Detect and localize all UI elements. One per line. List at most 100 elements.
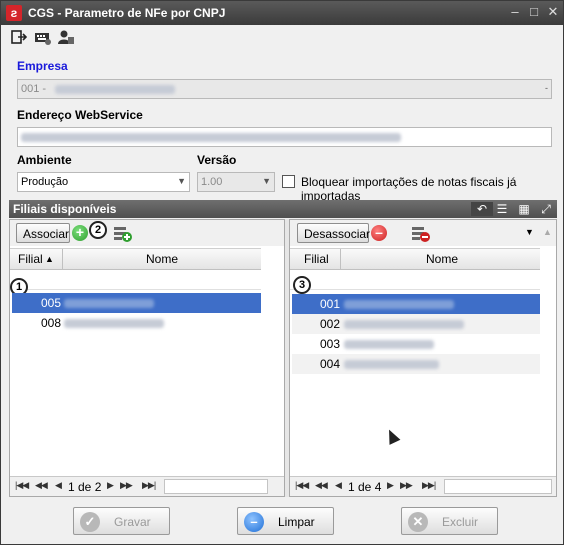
desassociar-label: Desassociar: [304, 227, 371, 241]
right-hscroll[interactable]: [444, 479, 552, 494]
chevron-down-icon[interactable]: ▼: [525, 227, 534, 237]
versao-label: Versão: [197, 153, 237, 167]
column-divider: [62, 249, 63, 270]
left-pane-toolbar: Associar + 2: [10, 220, 284, 246]
calendar-icon[interactable]: ▦: [517, 202, 531, 216]
prev-block-icon[interactable]: ◀◀: [35, 480, 48, 491]
panel-title: Filiais disponíveis: [13, 202, 117, 216]
close-icon[interactable]: ✕: [545, 4, 561, 20]
col-nome[interactable]: Nome: [426, 252, 458, 266]
next-block-icon[interactable]: ▶▶: [120, 480, 133, 491]
next-page-icon[interactable]: ▶: [387, 480, 394, 491]
left-page-indicator: 1 de 2: [68, 480, 102, 494]
ambiente-select[interactable]: Produção ▼: [17, 172, 190, 192]
chevron-down-icon: ▼: [262, 176, 271, 186]
annotation-badge-3: 3: [293, 276, 311, 294]
right-page-indicator: 1 de 4: [348, 480, 382, 494]
empresa-field[interactable]: 001 - -: [17, 79, 552, 99]
prev-block-icon[interactable]: ◀◀: [315, 480, 328, 491]
add-icon[interactable]: +: [72, 225, 88, 241]
associar-button[interactable]: Associar: [16, 223, 70, 243]
gravar-button[interactable]: ✓ Gravar: [73, 507, 170, 535]
ambiente-value: Produção: [21, 176, 69, 188]
exit-icon[interactable]: [11, 29, 27, 45]
right-filter-row[interactable]: [290, 270, 540, 290]
main-window: ƨ CGS - Parametro de NFe por CNPJ – □ ✕ …: [0, 0, 564, 545]
associar-label: Associar: [23, 227, 70, 241]
prev-page-icon[interactable]: ◀: [55, 480, 62, 491]
filial-name-redacted: [344, 300, 454, 309]
left-hscroll[interactable]: [164, 479, 268, 494]
left-pager: |◀◀ ◀◀ ◀ 1 de 2 ▶ ▶▶ ▶▶|: [10, 476, 284, 496]
excluir-label: Excluir: [442, 515, 479, 529]
filial-code: 003: [320, 337, 341, 351]
chevron-down-icon: -: [545, 83, 548, 93]
filiais-panel-header: Filiais disponíveis ↶ ☰ ▦ ⤢: [9, 200, 557, 218]
limpar-button[interactable]: – Limpar: [237, 507, 334, 535]
left-grid-header: Filial ▲ Nome: [10, 248, 261, 270]
empresa-name-redacted: [55, 84, 176, 94]
action-bar: ✓ Gravar – Limpar ✕ Excluir: [1, 499, 563, 544]
filial-name-redacted: [344, 360, 439, 369]
prev-page-icon[interactable]: ◀: [335, 480, 342, 491]
user-icon[interactable]: [58, 29, 74, 45]
endereco-label: Endereço WebService: [17, 108, 143, 122]
remove-all-icon[interactable]: [412, 226, 430, 242]
add-all-icon[interactable]: [114, 226, 132, 242]
filial-code: 001: [320, 297, 341, 311]
clear-icon: –: [244, 512, 264, 532]
table-row[interactable]: 001: [292, 294, 540, 314]
keyboard-icon[interactable]: [35, 29, 51, 45]
table-row[interactable]: 004: [292, 354, 540, 374]
filial-name-redacted: [64, 299, 154, 308]
remove-icon[interactable]: –: [371, 225, 387, 241]
title-bar: ƨ CGS - Parametro de NFe por CNPJ – □ ✕: [1, 1, 563, 25]
desassociar-button[interactable]: Desassociar: [297, 223, 371, 243]
webservice-url-field[interactable]: [17, 127, 552, 147]
filial-code: 002: [320, 317, 341, 331]
left-filter-row[interactable]: [10, 270, 261, 290]
sort-asc-icon: ▲: [45, 254, 54, 264]
window-title: CGS - Parametro de NFe por CNPJ: [28, 6, 226, 20]
chevron-up-icon[interactable]: ▲: [543, 227, 552, 237]
available-filiais-pane: Associar + 2 Filial ▲ Nome 1 005 008 |◀◀: [9, 219, 285, 497]
table-row[interactable]: 003: [292, 334, 540, 354]
right-pager: |◀◀ ◀◀ ◀ 1 de 4 ▶ ▶▶ ▶▶|: [290, 476, 556, 496]
versao-select[interactable]: 1.00 ▼: [197, 172, 275, 192]
col-filial[interactable]: Filial: [304, 252, 329, 266]
table-row[interactable]: 002: [292, 314, 540, 334]
col-nome[interactable]: Nome: [146, 252, 178, 266]
app-logo-icon: ƨ: [6, 5, 22, 21]
bloquear-checkbox[interactable]: [282, 175, 295, 188]
toolbar: [1, 25, 563, 49]
list-view-icon[interactable]: ☰: [495, 202, 509, 216]
check-icon: ✓: [80, 512, 100, 532]
gravar-label: Gravar: [114, 515, 151, 529]
excluir-button[interactable]: ✕ Excluir: [401, 507, 498, 535]
expand-icon[interactable]: ⤢: [539, 202, 553, 216]
maximize-icon[interactable]: □: [526, 4, 542, 20]
next-page-icon[interactable]: ▶: [107, 480, 114, 491]
limpar-label: Limpar: [278, 515, 315, 529]
table-row[interactable]: 008: [12, 313, 261, 333]
last-page-icon[interactable]: ▶▶|: [142, 480, 156, 491]
right-pane-toolbar: Desassociar – ▼ ▲: [290, 220, 556, 246]
empresa-label: Empresa: [17, 59, 68, 73]
first-page-icon[interactable]: |◀◀: [295, 480, 309, 491]
minimize-icon[interactable]: –: [507, 4, 523, 20]
filial-code: 005: [41, 296, 62, 310]
col-filial[interactable]: Filial: [18, 252, 43, 266]
first-page-icon[interactable]: |◀◀: [15, 480, 29, 491]
bloquear-label: Bloquear importações de notas fiscais já…: [301, 175, 517, 203]
filial-code: 008: [41, 316, 62, 330]
filial-name-redacted: [344, 320, 464, 329]
refresh-icon[interactable]: ↶: [471, 202, 493, 216]
next-block-icon[interactable]: ▶▶: [400, 480, 413, 491]
ambiente-label: Ambiente: [17, 153, 72, 167]
delete-icon: ✕: [408, 512, 428, 532]
last-page-icon[interactable]: ▶▶|: [422, 480, 436, 491]
filial-code: 004: [320, 357, 341, 371]
associated-filiais-pane: Desassociar – ▼ ▲ Filial Nome 3 001 002 …: [289, 219, 557, 497]
table-row[interactable]: 005: [12, 293, 261, 313]
filial-name-redacted: [344, 340, 434, 349]
